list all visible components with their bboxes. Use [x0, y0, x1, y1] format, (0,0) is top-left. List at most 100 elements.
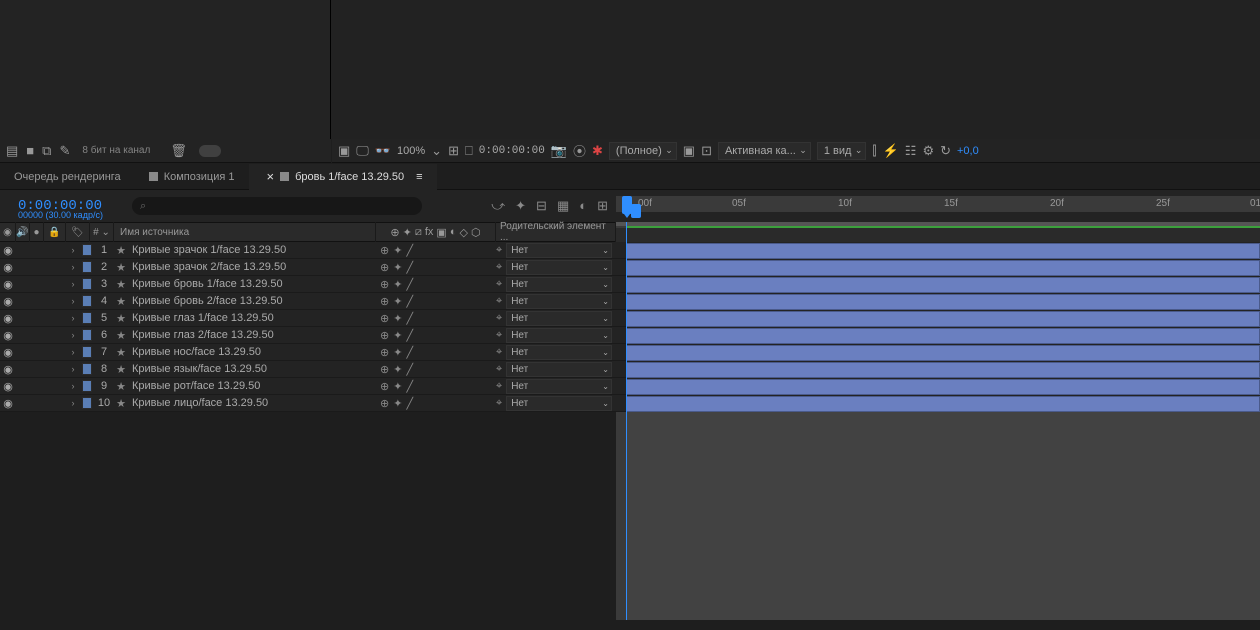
tab-render-queue[interactable]: Очередь рендеринга: [0, 164, 135, 190]
audio-column-icon[interactable]: 🔊: [16, 222, 30, 242]
search-input[interactable]: [132, 197, 422, 215]
layer-duration-bar[interactable]: [616, 361, 1260, 378]
layer-duration-bar[interactable]: [616, 344, 1260, 361]
parent-dropdown[interactable]: Нет: [506, 328, 612, 343]
label-color[interactable]: [82, 261, 92, 273]
tab-active-comp[interactable]: × бровь 1/face 13.29.50 ≡: [249, 164, 437, 190]
number-column[interactable]: # ⌄: [90, 222, 114, 242]
twirl-icon[interactable]: ›: [66, 296, 80, 306]
label-color[interactable]: [82, 295, 92, 307]
layer-name[interactable]: Кривые зрачок 2/face 13.29.50: [128, 261, 376, 273]
panel-menu-icon[interactable]: ≡: [416, 171, 422, 183]
label-color[interactable]: [82, 312, 92, 324]
flowchart-icon[interactable]: ⚙: [922, 143, 934, 159]
layer-name[interactable]: Кривые зрачок 1/face 13.29.50: [128, 244, 376, 256]
label-column-icon[interactable]: 🏷: [66, 222, 90, 242]
source-name-column[interactable]: Имя источника: [114, 222, 376, 242]
folder-icon[interactable]: ■: [26, 143, 34, 158]
safe-zone-icon[interactable]: ⎕: [465, 143, 473, 159]
pickwhip-icon[interactable]: ⌖: [496, 312, 502, 325]
composition-viewer[interactable]: [331, 0, 1260, 139]
parent-column[interactable]: Родительский элемент ...: [496, 222, 616, 242]
label-color[interactable]: [82, 346, 92, 358]
project-view-icon[interactable]: ▤: [6, 143, 18, 159]
timeline-empty-area[interactable]: [626, 412, 1260, 620]
visibility-toggle[interactable]: ◉: [0, 363, 16, 376]
twirl-icon[interactable]: ›: [66, 330, 80, 340]
parent-dropdown[interactable]: Нет: [506, 379, 612, 394]
layer-duration-bar[interactable]: [616, 276, 1260, 293]
layer-switches[interactable]: ⊕✦╱: [376, 397, 496, 410]
label-color[interactable]: [82, 278, 92, 290]
label-color[interactable]: [82, 244, 92, 256]
layer-duration-bar[interactable]: [616, 378, 1260, 395]
parent-dropdown[interactable]: Нет: [506, 260, 612, 275]
visibility-column-icon[interactable]: ◉: [0, 222, 16, 242]
reset-exposure-icon[interactable]: ↻: [940, 143, 951, 159]
layer-switches[interactable]: ⊕✦╱: [376, 295, 496, 308]
twirl-icon[interactable]: ›: [66, 364, 80, 374]
resolution-dropdown[interactable]: (Полное): [609, 142, 677, 160]
layer-switches[interactable]: ⊕✦╱: [376, 346, 496, 359]
twirl-icon[interactable]: ›: [66, 347, 80, 357]
layer-name[interactable]: Кривые глаз 1/face 13.29.50: [128, 312, 376, 324]
exposure-offset[interactable]: +0,0: [957, 145, 979, 157]
preview-timecode[interactable]: 0:00:00:00: [479, 145, 545, 157]
label-color[interactable]: [82, 397, 92, 409]
parent-dropdown[interactable]: Нет: [506, 345, 612, 360]
timeline-icon[interactable]: ☷: [905, 143, 917, 159]
tab-composition-1[interactable]: Композиция 1: [135, 164, 249, 190]
time-ruler-area[interactable]: 00f 05f 10f 15f 20f 25f 01: [616, 190, 1260, 222]
mask-icon[interactable]: 👓: [375, 143, 391, 159]
motion-blur-icon[interactable]: ◐: [579, 198, 587, 214]
grid-icon[interactable]: ⊞: [448, 143, 459, 159]
layer-name[interactable]: Кривые глаз 2/face 13.29.50: [128, 329, 376, 341]
playhead-handle[interactable]: [631, 204, 641, 218]
monitor-icon[interactable]: 🖵: [356, 143, 369, 159]
visibility-toggle[interactable]: ◉: [0, 278, 16, 291]
layer-switches[interactable]: ⊕✦╱: [376, 244, 496, 257]
twirl-icon[interactable]: ›: [66, 381, 80, 391]
view-dropdown[interactable]: 1 вид: [817, 142, 867, 160]
chevron-down-icon[interactable]: ⌄: [431, 143, 442, 159]
pickwhip-icon[interactable]: ⌖: [496, 329, 502, 342]
frame-blend-icon[interactable]: ▦: [557, 198, 569, 214]
visibility-toggle[interactable]: ◉: [0, 346, 16, 359]
layer-row[interactable]: ◉›8★Кривые язык/face 13.29.50⊕✦╱⌖Нет: [0, 361, 616, 378]
layer-name[interactable]: Кривые бровь 1/face 13.29.50: [128, 278, 376, 290]
zoom-level[interactable]: 100%: [397, 145, 425, 157]
visibility-toggle[interactable]: ◉: [0, 312, 16, 325]
layer-switches[interactable]: ⊕✦╱: [376, 380, 496, 393]
adjustment-icon[interactable]: ✎: [59, 143, 70, 159]
layer-duration-bar[interactable]: [616, 242, 1260, 259]
twirl-icon[interactable]: ›: [66, 313, 80, 323]
pickwhip-icon[interactable]: ⌖: [496, 261, 502, 274]
layer-row[interactable]: ◉›3★Кривые бровь 1/face 13.29.50⊕✦╱⌖Нет: [0, 276, 616, 293]
pickwhip-icon[interactable]: ⌖: [496, 244, 502, 257]
close-icon[interactable]: ×: [267, 169, 275, 184]
layer-switches[interactable]: ⊕✦╱: [376, 278, 496, 291]
twirl-icon[interactable]: ›: [66, 279, 80, 289]
twirl-icon[interactable]: ›: [66, 398, 80, 408]
project-panel[interactable]: [0, 0, 331, 139]
label-color[interactable]: [82, 329, 92, 341]
graph-editor-icon[interactable]: ⊞: [597, 198, 608, 214]
trash-icon[interactable]: 🗑: [170, 143, 187, 159]
layer-duration-bar[interactable]: [616, 395, 1260, 412]
switches-column[interactable]: ⊕✦⧄fx▣◐◇⬡: [376, 222, 496, 242]
pickwhip-icon[interactable]: ⌖: [496, 295, 502, 308]
layer-row[interactable]: ◉›9★Кривые рот/face 13.29.50⊕✦╱⌖Нет: [0, 378, 616, 395]
draft-3d-icon[interactable]: ✦: [515, 198, 526, 214]
playhead-line[interactable]: [626, 222, 627, 620]
parent-dropdown[interactable]: Нет: [506, 243, 612, 258]
layer-row[interactable]: ◉›6★Кривые глаз 2/face 13.29.50⊕✦╱⌖Нет: [0, 327, 616, 344]
layer-duration-bar[interactable]: [616, 327, 1260, 344]
layer-row[interactable]: ◉›10★Кривые лицо/face 13.29.50⊕✦╱⌖Нет: [0, 395, 616, 412]
layer-switches[interactable]: ⊕✦╱: [376, 312, 496, 325]
new-comp-icon[interactable]: ⧉: [42, 143, 51, 159]
layer-row[interactable]: ◉›7★Кривые нос/face 13.29.50⊕✦╱⌖Нет: [0, 344, 616, 361]
parent-dropdown[interactable]: Нет: [506, 362, 612, 377]
pixel-aspect-icon[interactable]: ⫿: [872, 143, 876, 159]
twirl-icon[interactable]: ›: [66, 262, 80, 272]
pickwhip-icon[interactable]: ⌖: [496, 363, 502, 376]
